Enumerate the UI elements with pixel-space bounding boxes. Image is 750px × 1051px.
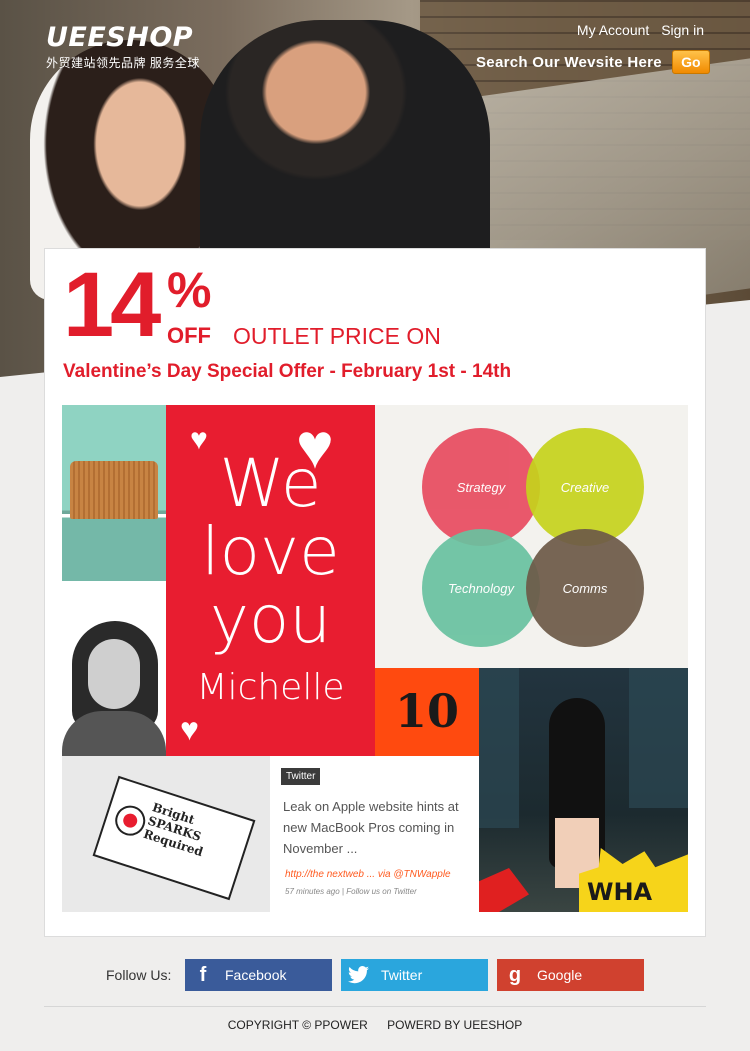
collage: ♥ ♥ We love you Michelle ♥ Strategy Crea… [62,405,688,912]
love-word-michelle: Michelle [196,667,345,708]
percent-sign: % [167,262,212,318]
google-label: Google [537,967,583,983]
love-word-you: you [209,581,332,658]
love-tile[interactable]: ♥ ♥ We love you Michelle ♥ [166,405,375,756]
twitter-icon [341,959,377,991]
comic-woman-tile[interactable]: WHA [479,668,688,912]
account-links: My Account Sign in [569,22,704,38]
off-label: OFF [167,323,211,348]
copyright-text: COPYRIGHT © PPOWER [227,1018,368,1032]
building [629,668,688,808]
toast-image [70,461,158,519]
sign-in-link[interactable]: Sign in [661,22,704,38]
love-word-love: love [201,513,340,590]
heart-icon: ♥ [180,711,199,747]
ten-number: 10 [394,684,459,738]
discount-number: 14 [63,254,161,356]
offer-title: Valentine’s Day Special Offer - February… [63,361,512,382]
search-bar: Search Our Wevsite Here Go [476,50,710,74]
love-word-we: We [219,445,322,522]
facebook-label: Facebook [225,967,287,983]
building [479,668,519,828]
my-account-link[interactable]: My Account [577,22,649,38]
logo-tagline: 外贸建站领先品牌 服务全球 [46,56,200,70]
twitter-badge: Twitter [281,768,321,785]
outlet-text: OUTLET PRICE ON [233,323,441,349]
tweet-tile[interactable]: Twitter Leak on Apple website hints at n… [270,756,479,912]
matchbox-text: Bright SPARKS Required [142,800,214,859]
search-label[interactable]: Search Our Wevsite Here [476,54,662,71]
footer-copyright: COPYRIGHT © PPOWER POWERD BY UEESHOP [0,1018,750,1032]
circles-tile[interactable]: Strategy Creative Technology Comms [375,405,688,668]
go-button[interactable]: Go [671,50,710,74]
portrait-tile[interactable] [62,581,166,756]
tweet-link[interactable]: http://the nextweb ... via @TNWapple [285,869,451,880]
content-card: 14 % OFF OUTLET PRICE ON Valentine’s Day… [44,248,706,937]
matchbox-tile[interactable]: Bright SPARKS Required [62,756,270,912]
toast-tile[interactable] [62,405,166,581]
facebook-icon: f [199,963,207,986]
ten-tile[interactable]: 10 [375,668,479,756]
twitter-label: Twitter [381,967,423,983]
portrait-face [88,639,140,709]
tweet-meta: 57 minutes ago | Follow us on Twitter [285,887,417,896]
google-button[interactable]: g Google [497,959,644,991]
powered-text: POWERD BY UEESHOP [387,1018,523,1032]
man-figure [200,20,490,260]
facebook-button[interactable]: f Facebook [185,959,332,991]
logo-brand: UEESHOP [46,22,194,53]
comic-text: WHA [587,878,653,906]
google-icon: g [508,963,522,986]
circle-technology: Technology [422,529,540,647]
matchbox-image: Bright SPARKS Required [92,775,256,901]
tweet-text: Leak on Apple website hints at new MacBo… [283,799,459,856]
footer-divider [44,1006,706,1007]
circle-comms: Comms [526,529,644,647]
site-logo[interactable]: UEESHOP 外贸建站领先品牌 服务全球 [46,24,200,71]
follow-label: Follow Us: [106,967,172,983]
twitter-button[interactable]: Twitter [341,959,488,991]
comic-burst [479,868,529,912]
